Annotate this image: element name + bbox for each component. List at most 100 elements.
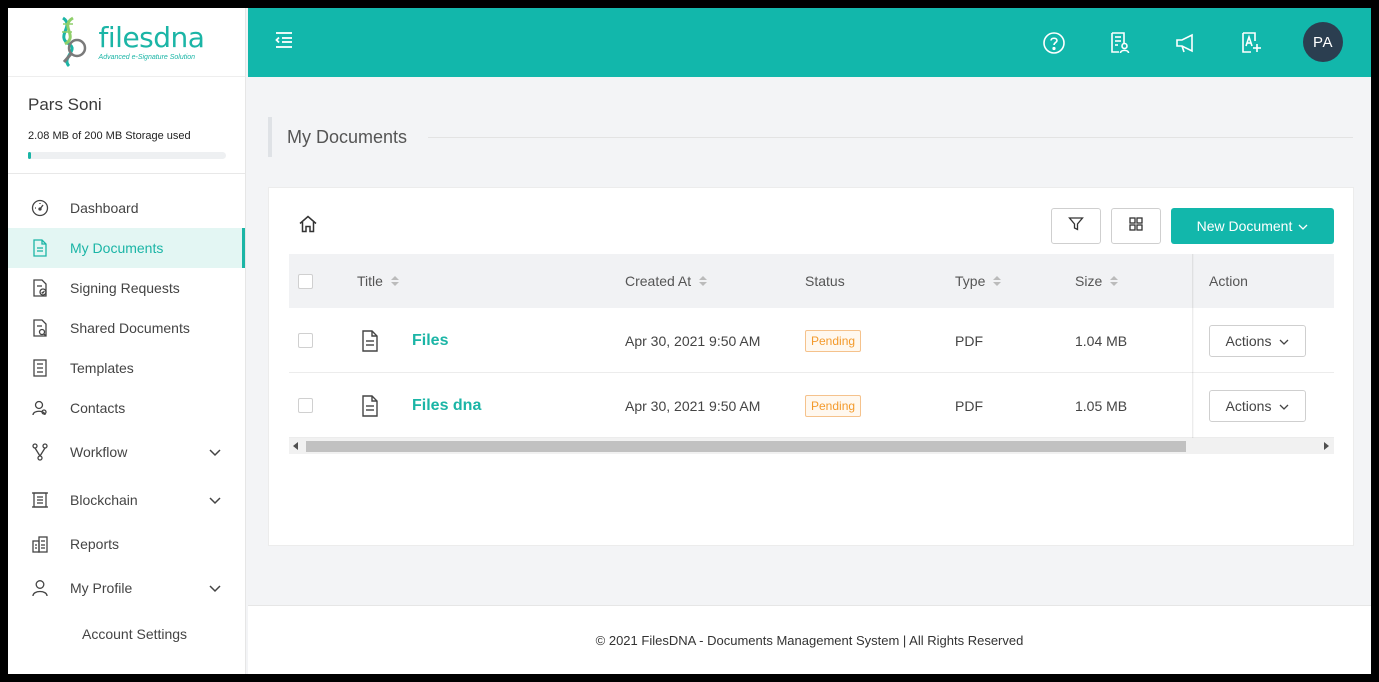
scroll-left-arrow-icon[interactable] — [293, 442, 298, 450]
document-user-icon[interactable] — [1107, 30, 1133, 56]
page-header: My Documents — [268, 117, 1353, 157]
document-title-link[interactable]: Files — [412, 332, 448, 350]
select-all-checkbox[interactable] — [298, 254, 313, 308]
actions-dropdown-button[interactable]: Actions — [1209, 324, 1306, 357]
column-header-type[interactable]: Type — [955, 254, 1002, 308]
grid-view-button[interactable] — [1111, 208, 1161, 244]
table-row[interactable]: Files dna Apr 30, 2021 9:50 AM Pending P… — [289, 373, 1334, 438]
page-title-accent — [268, 117, 272, 157]
dna-magnifier-icon — [61, 16, 86, 68]
workflow-icon — [30, 442, 50, 462]
row-checkbox[interactable] — [298, 373, 313, 438]
created-at-cell: Apr 30, 2021 9:50 AM — [625, 332, 761, 349]
sidebar-item-label: Reports — [70, 536, 120, 552]
shared-document-icon — [30, 318, 50, 338]
actions-dropdown-button[interactable]: Actions — [1209, 389, 1306, 422]
logo-wordmark: filesdna — [98, 20, 205, 54]
grid-icon — [1128, 216, 1144, 237]
sidebar-subitem-account-settings[interactable]: Account Settings — [8, 612, 245, 656]
actions-label: Actions — [1225, 332, 1272, 349]
column-label: Action — [1209, 273, 1248, 289]
scrollbar-thumb[interactable] — [306, 441, 1186, 452]
column-label: Size — [1075, 273, 1103, 289]
sidebar-item-workflow[interactable]: Workflow — [8, 428, 245, 476]
chevron-down-icon[interactable] — [209, 492, 221, 508]
home-icon[interactable] — [298, 214, 320, 236]
column-label: Title — [357, 273, 383, 289]
chevron-down-icon[interactable] — [209, 580, 221, 596]
sidebar-item-my-documents[interactable]: My Documents — [8, 228, 245, 268]
size-cell: 1.05 MB — [1075, 397, 1128, 414]
chevron-down-icon — [1279, 398, 1289, 414]
sidebar-item-dashboard[interactable]: Dashboard — [8, 188, 245, 228]
new-document-label: New Document — [1196, 218, 1293, 234]
sidebar-item-signing-requests[interactable]: Signing Requests — [8, 268, 245, 308]
app-window: filesdna Advanced e-Signature Solution P… — [8, 8, 1371, 674]
sidebar-item-my-profile[interactable]: My Profile — [8, 564, 245, 612]
sidebar-item-label: Signing Requests — [70, 280, 180, 296]
status-badge: Pending — [805, 329, 862, 352]
sidebar-item-label: Blockchain — [70, 492, 138, 508]
megaphone-icon[interactable] — [1173, 30, 1199, 56]
logo-area[interactable]: filesdna Advanced e-Signature Solution — [8, 8, 245, 77]
signature-add-icon[interactable] — [1239, 30, 1265, 56]
sidebar-item-label: My Profile — [70, 580, 133, 596]
user-name: Pars Soni — [28, 95, 102, 114]
filter-icon — [1068, 216, 1084, 237]
created-at-cell: Apr 30, 2021 9:50 AM — [625, 397, 761, 414]
signing-request-icon — [30, 278, 50, 298]
sidebar-item-shared-documents[interactable]: Shared Documents — [8, 308, 245, 348]
sidebar-item-label: Dashboard — [70, 200, 139, 216]
copyright-text: © 2021 FilesDNA - Documents Management S… — [595, 632, 1024, 648]
sidebar-item-label: Shared Documents — [70, 320, 190, 336]
top-bar: PA — [248, 8, 1371, 77]
status-badge: Pending — [805, 394, 862, 417]
chevron-down-icon — [1279, 333, 1289, 349]
sidebar-item-contacts[interactable]: Contacts — [8, 388, 245, 428]
sidebar-item-label: My Documents — [70, 240, 164, 256]
filter-button[interactable] — [1051, 208, 1101, 244]
file-icon — [361, 308, 379, 373]
type-cell: PDF — [955, 397, 983, 414]
chevron-down-icon — [1298, 218, 1308, 234]
chevron-down-icon[interactable] — [209, 444, 221, 460]
reports-icon — [30, 534, 50, 554]
user-storage-panel: Pars Soni 2.08 MB of 200 MB Storage used — [8, 77, 245, 174]
type-cell: PDF — [955, 332, 983, 349]
user-icon — [30, 578, 50, 598]
template-icon — [30, 358, 50, 378]
table-row[interactable]: Files Apr 30, 2021 9:50 AM Pending PDF 1… — [289, 308, 1334, 373]
document-icon — [30, 238, 50, 258]
documents-card: New Document Title Created At Status Typ… — [268, 187, 1354, 546]
column-header-created-at[interactable]: Created At — [625, 254, 708, 308]
column-label: Status — [805, 273, 845, 289]
dashboard-gauge-icon — [30, 198, 50, 218]
new-document-button[interactable]: New Document — [1171, 208, 1334, 244]
row-checkbox[interactable] — [298, 308, 313, 373]
sidebar-item-templates[interactable]: Templates — [8, 348, 245, 388]
footer: © 2021 FilesDNA - Documents Management S… — [248, 605, 1371, 674]
column-header-size[interactable]: Size — [1075, 254, 1119, 308]
user-avatar[interactable]: PA — [1303, 22, 1343, 62]
document-title-link[interactable]: Files dna — [412, 397, 481, 415]
sort-icon — [390, 276, 399, 286]
sidebar-item-label: Contacts — [70, 400, 126, 416]
menu-collapse-icon[interactable] — [274, 31, 298, 53]
horizontal-scrollbar[interactable] — [289, 438, 1334, 454]
logo-tagline: Advanced e-Signature Solution — [98, 53, 196, 61]
sidebar-item-reports[interactable]: Reports — [8, 524, 245, 564]
brand-logo[interactable]: filesdna Advanced e-Signature Solution — [49, 14, 205, 70]
storage-progress-fill — [28, 152, 31, 159]
scroll-right-arrow-icon[interactable] — [1324, 442, 1329, 450]
sidebar-nav: Dashboard My Documents Signing Requests … — [8, 174, 245, 656]
blockchain-icon — [30, 490, 50, 510]
actions-label: Actions — [1225, 397, 1272, 414]
sidebar-item-blockchain[interactable]: Blockchain — [8, 476, 245, 524]
table-header: Title Created At Status Type Size Action — [289, 254, 1334, 308]
help-circle-icon[interactable] — [1041, 30, 1067, 56]
column-header-title[interactable]: Title — [357, 254, 399, 308]
sidebar-item-label: Workflow — [70, 444, 128, 460]
column-header-status: Status — [805, 254, 845, 308]
sidebar-item-label: Templates — [70, 360, 134, 376]
contacts-icon — [30, 398, 50, 418]
